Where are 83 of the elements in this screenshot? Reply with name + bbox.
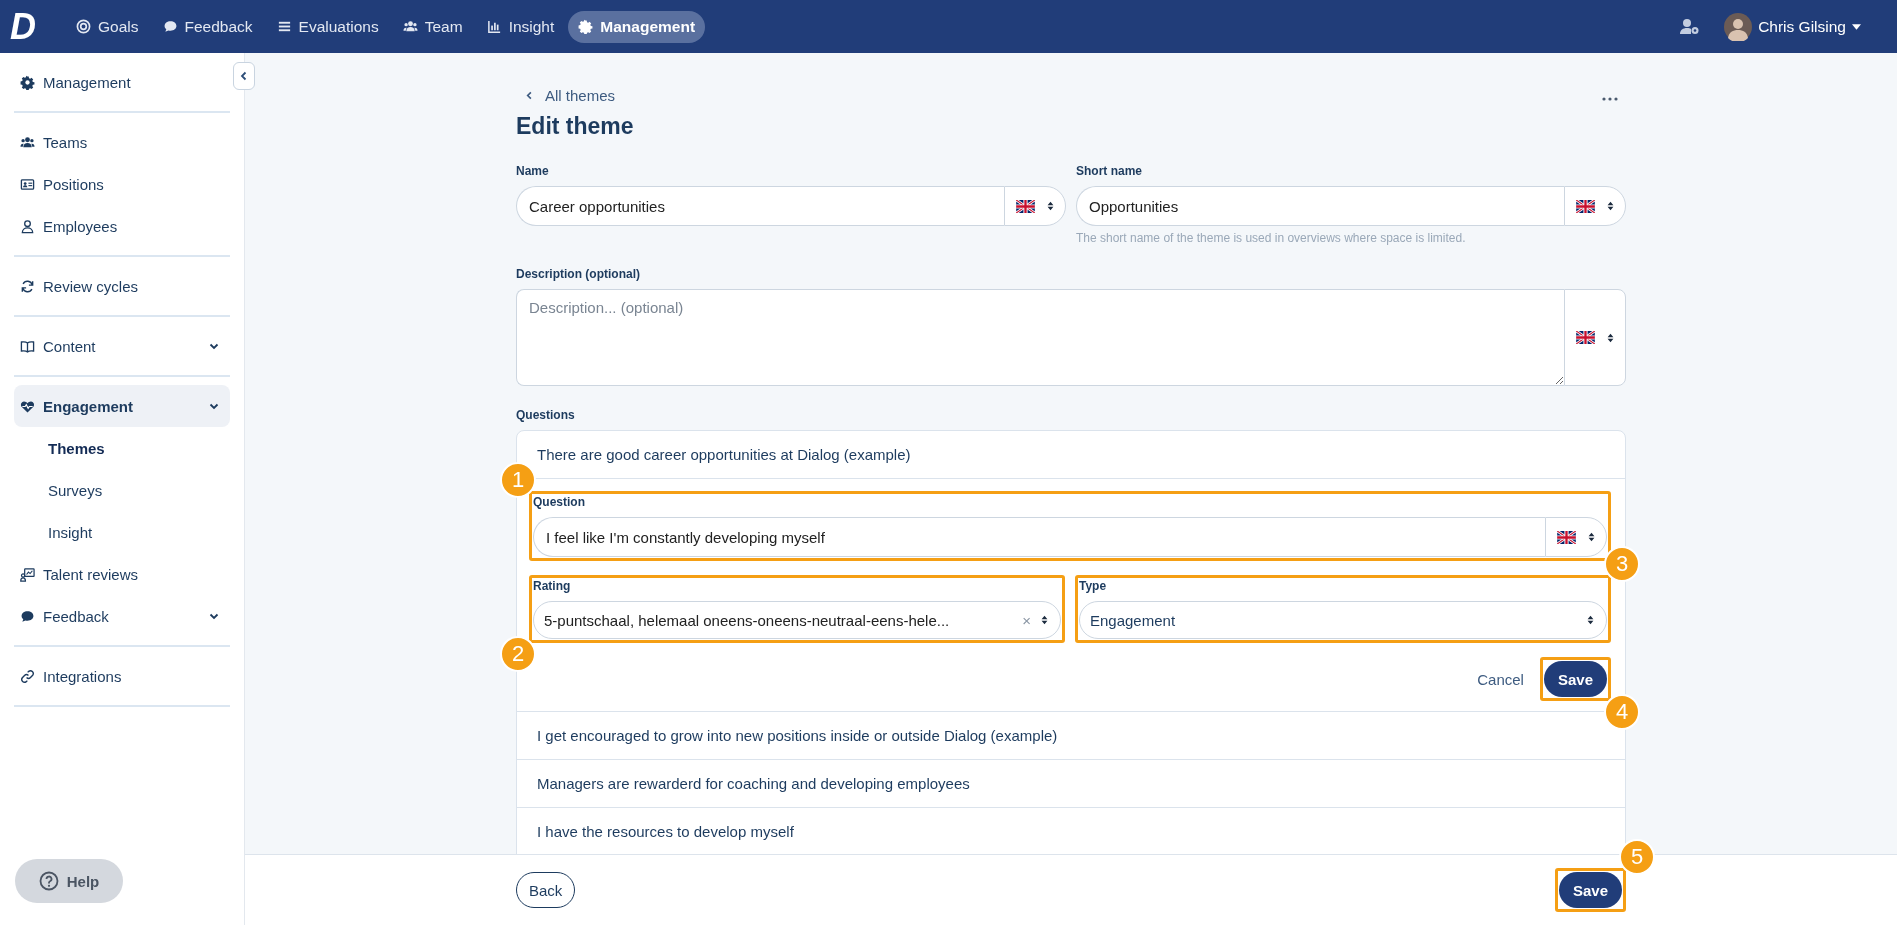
nav-tab[interactable]: Team <box>392 10 473 43</box>
sidebar-item[interactable]: Teams <box>14 121 230 163</box>
step-number-badge: 4 <box>1604 694 1640 730</box>
language-select[interactable] <box>1545 517 1607 557</box>
bar-chart-icon <box>486 19 502 34</box>
collapse-button[interactable] <box>233 62 255 90</box>
field-label: Name <box>516 164 550 178</box>
list-icon <box>276 19 292 34</box>
user-menu[interactable]: Chris Gilsing <box>1718 11 1867 42</box>
field-label: Description (optional) <box>516 267 641 281</box>
book-icon <box>20 338 35 354</box>
question-field[interactable]: I feel like I'm constantly developing myself <box>533 517 1545 557</box>
language-select[interactable] <box>1004 186 1066 226</box>
id-card-icon <box>20 176 35 192</box>
sidebar-item[interactable]: Content <box>14 325 230 367</box>
sidebar-item[interactable]: Talent reviews <box>14 553 230 595</box>
cancel-button[interactable]: Cancel <box>1471 669 1530 689</box>
step-number-badge: 5 <box>1619 839 1655 875</box>
sidebar-item[interactable]: Feedback <box>14 595 230 637</box>
updown-caret-icon <box>1041 615 1048 625</box>
save-button[interactable]: Save <box>1543 661 1607 697</box>
help-button[interactable]: Help <box>15 859 123 903</box>
sidebar-item[interactable]: Positions <box>14 163 230 205</box>
sidebar-subitem[interactable]: Insight <box>14 511 230 553</box>
link-icon <box>20 668 35 684</box>
sidebar-item[interactable]: Employees <box>14 205 230 247</box>
updown-caret-icon <box>1047 201 1054 211</box>
description-field[interactable]: Description... (optional) <box>516 289 1564 386</box>
refresh-icon <box>20 278 35 294</box>
field-hint: The short name of the theme is used in overviews where space is limited. <box>1076 231 1467 245</box>
field-label: Rating <box>533 579 572 593</box>
nav-tab[interactable]: Evaluations <box>266 10 389 43</box>
section-label: Questions <box>516 408 576 422</box>
field-label: Question <box>533 495 586 509</box>
flag-icon <box>1016 199 1035 213</box>
flag-icon <box>1576 331 1595 344</box>
name-field[interactable]: Career opportunities <box>516 186 1004 226</box>
updown-caret-icon <box>1607 201 1614 211</box>
avatar-icon <box>1724 12 1753 41</box>
rating-select[interactable]: 5-puntschaal, helemaal oneens-oneens-neutraal-eens-hele... × <box>533 601 1061 639</box>
user-icon <box>20 218 35 234</box>
question-mark-icon <box>38 871 59 891</box>
caret-icon <box>1852 23 1861 30</box>
question-row[interactable]: Managers are rewarderd for coaching and developing employees <box>517 760 1625 808</box>
user-settings-icon[interactable] <box>1680 18 1701 35</box>
back-link[interactable]: All themes <box>524 87 616 104</box>
users-icon <box>402 19 418 34</box>
settings-icon <box>20 74 35 90</box>
sidebar-item[interactable]: Engagement <box>14 385 230 427</box>
target-icon <box>76 19 91 34</box>
flag-icon <box>1576 199 1595 213</box>
sidebar-item[interactable]: Review cycles <box>14 265 230 307</box>
step-number-badge: 1 <box>500 462 536 498</box>
settings-icon <box>578 19 594 34</box>
save-button[interactable]: Save <box>1558 872 1622 908</box>
nav-tab[interactable]: Goals <box>66 10 149 43</box>
sidebar-subitem[interactable]: Themes <box>14 427 230 469</box>
logo[interactable]: D <box>10 5 40 48</box>
step-number-badge: 2 <box>500 636 536 672</box>
sidebar-item[interactable]: Management <box>14 61 230 103</box>
updown-caret-icon <box>1607 332 1614 343</box>
sidebar-item[interactable]: Integrations <box>14 655 230 697</box>
flag-icon <box>1557 530 1576 544</box>
sidebar-subitem[interactable]: Surveys <box>14 469 230 511</box>
type-select[interactable]: Engagement <box>1079 601 1607 639</box>
language-select[interactable] <box>1564 289 1626 386</box>
short-name-field[interactable]: Opportunities <box>1076 186 1564 226</box>
presenter-icon <box>20 566 35 582</box>
field-label: Type <box>1079 579 1108 593</box>
nav-tab[interactable]: Feedback <box>152 10 263 43</box>
page-title: Edit theme <box>516 113 635 140</box>
speech-bubble-icon <box>162 19 178 34</box>
step-number-badge: 3 <box>1604 546 1640 582</box>
speech-bubble-icon <box>20 608 35 624</box>
language-select[interactable] <box>1564 186 1626 226</box>
updown-caret-icon <box>1588 532 1595 542</box>
nav-tab[interactable]: Insight <box>476 10 565 43</box>
back-button[interactable]: Back <box>516 872 576 908</box>
more-options-icon[interactable] <box>1602 97 1618 101</box>
nav-tab[interactable]: Management <box>568 10 706 43</box>
field-label: Short name <box>1076 164 1143 178</box>
users-icon <box>20 134 35 150</box>
updown-caret-icon <box>1587 615 1594 625</box>
